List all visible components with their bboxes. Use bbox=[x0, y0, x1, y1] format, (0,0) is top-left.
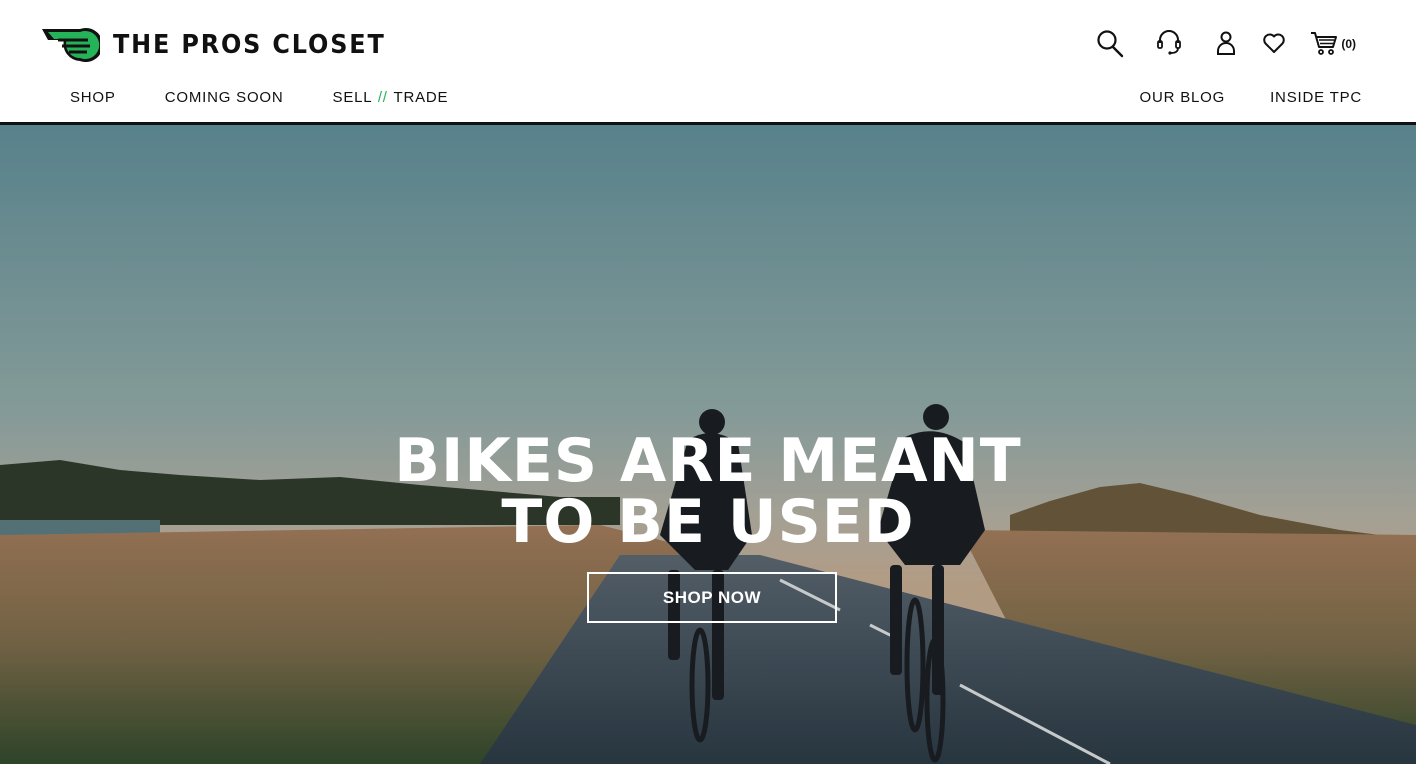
nav-shop[interactable]: SHOP bbox=[70, 89, 116, 106]
nav-inside-tpc[interactable]: INSIDE TPC bbox=[1270, 89, 1362, 106]
nav-separator: // bbox=[377, 89, 388, 106]
hero-headline-line-2: TO BE USED bbox=[501, 487, 915, 557]
nav-our-blog[interactable]: OUR BLOG bbox=[1140, 89, 1226, 106]
hero-headline: BIKES ARE MEANT TO BE USED bbox=[0, 431, 1416, 553]
heart-icon[interactable] bbox=[1262, 31, 1286, 55]
nav-sell-trade[interactable]: SELL // TRADE bbox=[333, 89, 449, 106]
nav-sell-label: SELL bbox=[332, 89, 372, 106]
logo-text: THE PROS CLOSET bbox=[113, 30, 386, 60]
header-icons: (0) bbox=[1096, 28, 1356, 58]
cart-count: (0) bbox=[1341, 37, 1356, 51]
account-icon[interactable] bbox=[1216, 29, 1236, 57]
logo-wing-icon bbox=[42, 28, 100, 62]
support-headset-icon[interactable] bbox=[1156, 29, 1182, 57]
nav-trade-label: TRADE bbox=[393, 89, 449, 106]
site-logo[interactable]: THE PROS CLOSET bbox=[40, 26, 409, 64]
hero-headline-line-1: BIKES ARE MEANT bbox=[394, 426, 1022, 496]
shop-now-button[interactable]: SHOP NOW bbox=[587, 572, 837, 623]
primary-nav: SHOP COMING SOON SELL // TRADE bbox=[70, 89, 497, 106]
hero-banner: BIKES ARE MEANT TO BE USED SHOP NOW bbox=[0, 125, 1416, 764]
secondary-nav: OUR BLOG INSIDE TPC bbox=[1095, 89, 1363, 106]
search-icon[interactable] bbox=[1096, 28, 1124, 58]
cart-icon bbox=[1311, 32, 1338, 55]
cart-button[interactable]: (0) bbox=[1310, 30, 1356, 56]
site-header: THE PROS CLOSET (0) SHOP COMING SOON SEL… bbox=[0, 0, 1416, 125]
nav-coming-soon[interactable]: COMING SOON bbox=[165, 89, 284, 106]
